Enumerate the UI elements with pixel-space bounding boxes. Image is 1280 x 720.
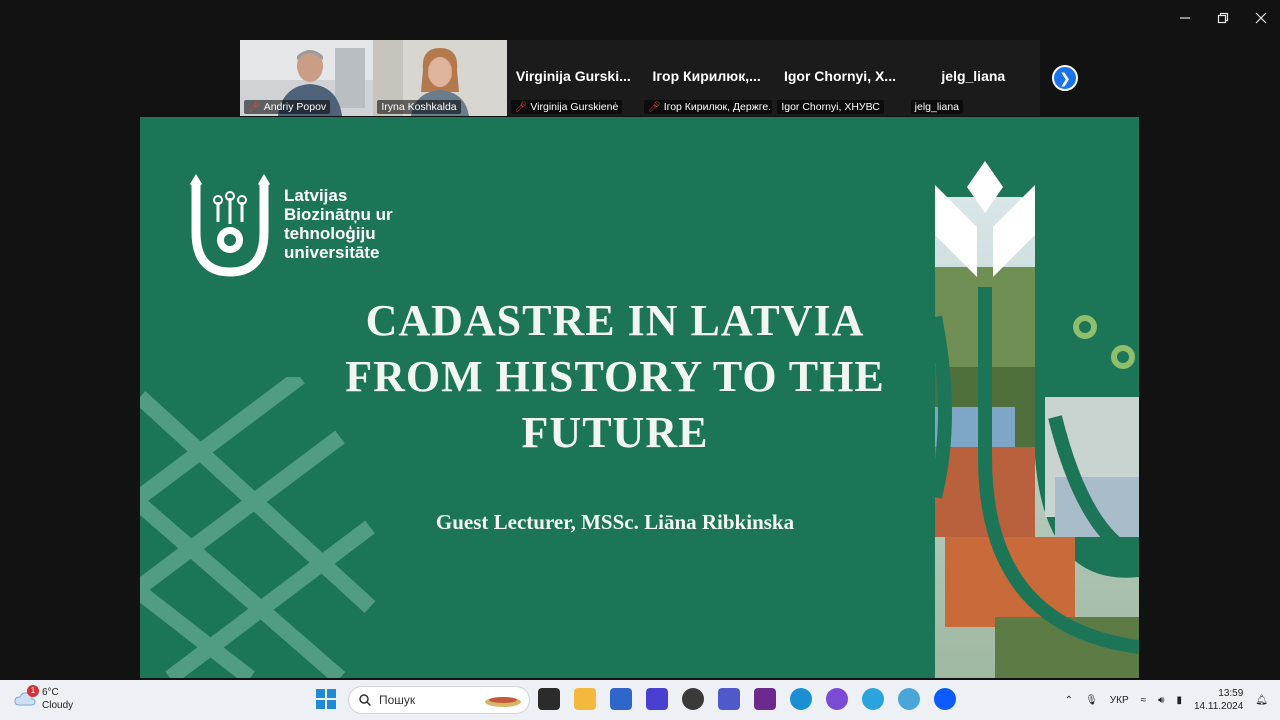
- participant-strip: 🎤︎ Andriy Popov Iryna Koshkalda Virginij…: [240, 40, 1040, 116]
- university-name-line: Biozinātņu ur: [284, 205, 393, 224]
- participant-tile-active-speaker[interactable]: Iryna Koshkalda: [373, 40, 507, 116]
- telegram-icon[interactable]: [862, 688, 884, 710]
- minimize-button[interactable]: [1166, 4, 1204, 32]
- search-highlight-icon: [485, 697, 521, 707]
- taskbar-search-box[interactable]: Пошук: [348, 686, 530, 714]
- notification-bell-icon[interactable]: 🔔︎: [1255, 695, 1268, 706]
- participant-name: Andriy Popov: [263, 101, 327, 113]
- participant-name: Iryna Koshkalda: [381, 101, 457, 113]
- file-explorer-icon[interactable]: [574, 688, 596, 710]
- windows-start-icon[interactable]: [316, 689, 336, 709]
- university-name-line: Latvijas: [284, 186, 348, 205]
- zoom-icon[interactable]: [934, 688, 956, 710]
- participant-tile[interactable]: jelg_liana jelg_liana: [906, 40, 1040, 116]
- participant-display-name: Ігор Кирилюк,...: [652, 68, 761, 84]
- participant-tile[interactable]: Ігор Кирилюк,... 🎤︎ Ігор Кирилюк, Держге…: [639, 40, 774, 116]
- clock-time: 13:59: [1218, 688, 1244, 699]
- participant-name-tag: jelg_liana: [910, 100, 964, 114]
- microphone-icon[interactable]: 🎙︎: [1085, 695, 1098, 706]
- zoom-meeting-window: 🎤︎ Andriy Popov Iryna Koshkalda Virginij…: [0, 0, 1280, 720]
- participant-name-tag: 🎤︎ Andriy Popov: [244, 100, 331, 114]
- slide-title-line: FUTURE: [521, 408, 709, 457]
- participant-name: Virginija Gurskienė: [530, 101, 619, 113]
- participant-name: Igor Chornyi, ХНУВС: [781, 101, 880, 113]
- participant-name: jelg_liana: [914, 101, 960, 113]
- muted-mic-icon: 🎤︎: [248, 101, 261, 113]
- participant-tile[interactable]: 🎤︎ Andriy Popov: [240, 40, 374, 116]
- campus-photo-decoration: [935, 161, 1139, 678]
- participant-tile[interactable]: Igor Chornyi, Х... Igor Chornyi, ХНУВС: [773, 40, 907, 116]
- restore-button[interactable]: [1204, 4, 1242, 32]
- university-name: Latvijas Biozinātņu ur tehnoloģiju unive…: [284, 186, 393, 262]
- weather-notification-badge: 1: [27, 685, 39, 697]
- search-placeholder: Пошук: [379, 693, 416, 707]
- app-hexagon-icon[interactable]: [682, 688, 704, 710]
- participant-name-tag: 🎤︎ Virginija Gurskienė: [510, 100, 623, 114]
- system-tray: ⌃ 🎙︎ УКР ≈ 🔊︎ ▮ 13:59 14.11.2024 🔔︎: [1065, 680, 1268, 720]
- slide-subtitle: Guest Lecturer, MSSc. Liāna Ribkinska: [435, 510, 795, 534]
- participant-tile[interactable]: Virginija Gurski... 🎤︎ Virginija Gurskie…: [506, 40, 640, 116]
- close-button[interactable]: [1242, 4, 1280, 32]
- university-logo: [190, 174, 270, 277]
- participant-display-name: Igor Chornyi, Х...: [783, 68, 896, 84]
- edge-browser-icon[interactable]: [790, 688, 812, 710]
- weather-description: Cloudy: [42, 700, 74, 711]
- battery-icon[interactable]: ▮: [1176, 695, 1182, 706]
- viber-icon[interactable]: [826, 688, 848, 710]
- teams-icon[interactable]: [718, 688, 740, 710]
- task-view-icon[interactable]: [538, 688, 560, 710]
- university-name-line: tehnoloģiju: [284, 224, 376, 243]
- participant-display-name: Virginija Gurski...: [515, 68, 631, 84]
- taskbar-clock[interactable]: 13:59 14.11.2024: [1194, 687, 1243, 713]
- wifi-icon[interactable]: ≈: [1141, 695, 1147, 706]
- windows-taskbar: 1 6°C Cloudy Пошук ⌃ 🎙︎ УКР ≈ 🔊︎ ▮ 13:59…: [0, 680, 1280, 720]
- maps-icon[interactable]: [898, 688, 920, 710]
- clock-date: 14.11.2024: [1193, 701, 1244, 712]
- microsoft-store-icon[interactable]: [610, 688, 632, 710]
- participant-name-tag: Igor Chornyi, ХНУВС: [777, 100, 884, 114]
- participant-name-tag: 🎤︎ Ігор Кирилюк, Держге...: [643, 100, 772, 114]
- volume-icon[interactable]: 🔊︎: [1158, 695, 1164, 706]
- math-app-icon[interactable]: [646, 688, 668, 710]
- next-participants-button[interactable]: ❯: [1052, 65, 1078, 91]
- muted-mic-icon: 🎤︎: [647, 101, 661, 113]
- save-disk-icon[interactable]: [754, 688, 776, 710]
- slide-title-line: FROM HISTORY TO THE: [345, 352, 885, 401]
- participant-name-tag: Iryna Koshkalda: [377, 100, 461, 114]
- slide-title: CADASTRE IN LATVIA FROM HISTORY TO THE F…: [290, 293, 940, 461]
- weather-temperature: 6°C: [42, 687, 59, 698]
- chevron-up-icon[interactable]: ⌃: [1065, 695, 1073, 706]
- muted-mic-icon: 🎤︎: [514, 101, 528, 113]
- search-icon: [359, 694, 371, 706]
- chevron-right-icon: ❯: [1059, 69, 1071, 86]
- shared-screen-slide: Latvijas Biozinātņu ur tehnoloģiju unive…: [140, 117, 1139, 678]
- lattice-decoration: [140, 377, 376, 678]
- input-language[interactable]: УКР: [1110, 695, 1129, 706]
- window-controls: [1166, 4, 1280, 32]
- weather-widget[interactable]: 1 6°C Cloudy: [14, 685, 74, 712]
- participant-name: Ігор Кирилюк, Держге...: [663, 101, 772, 113]
- slide-title-line: CADASTRE IN LATVIA: [365, 296, 865, 345]
- taskbar-pinned-apps: [538, 688, 956, 710]
- university-name-line: universitāte: [284, 243, 380, 262]
- participant-display-name: jelg_liana: [941, 68, 1006, 84]
